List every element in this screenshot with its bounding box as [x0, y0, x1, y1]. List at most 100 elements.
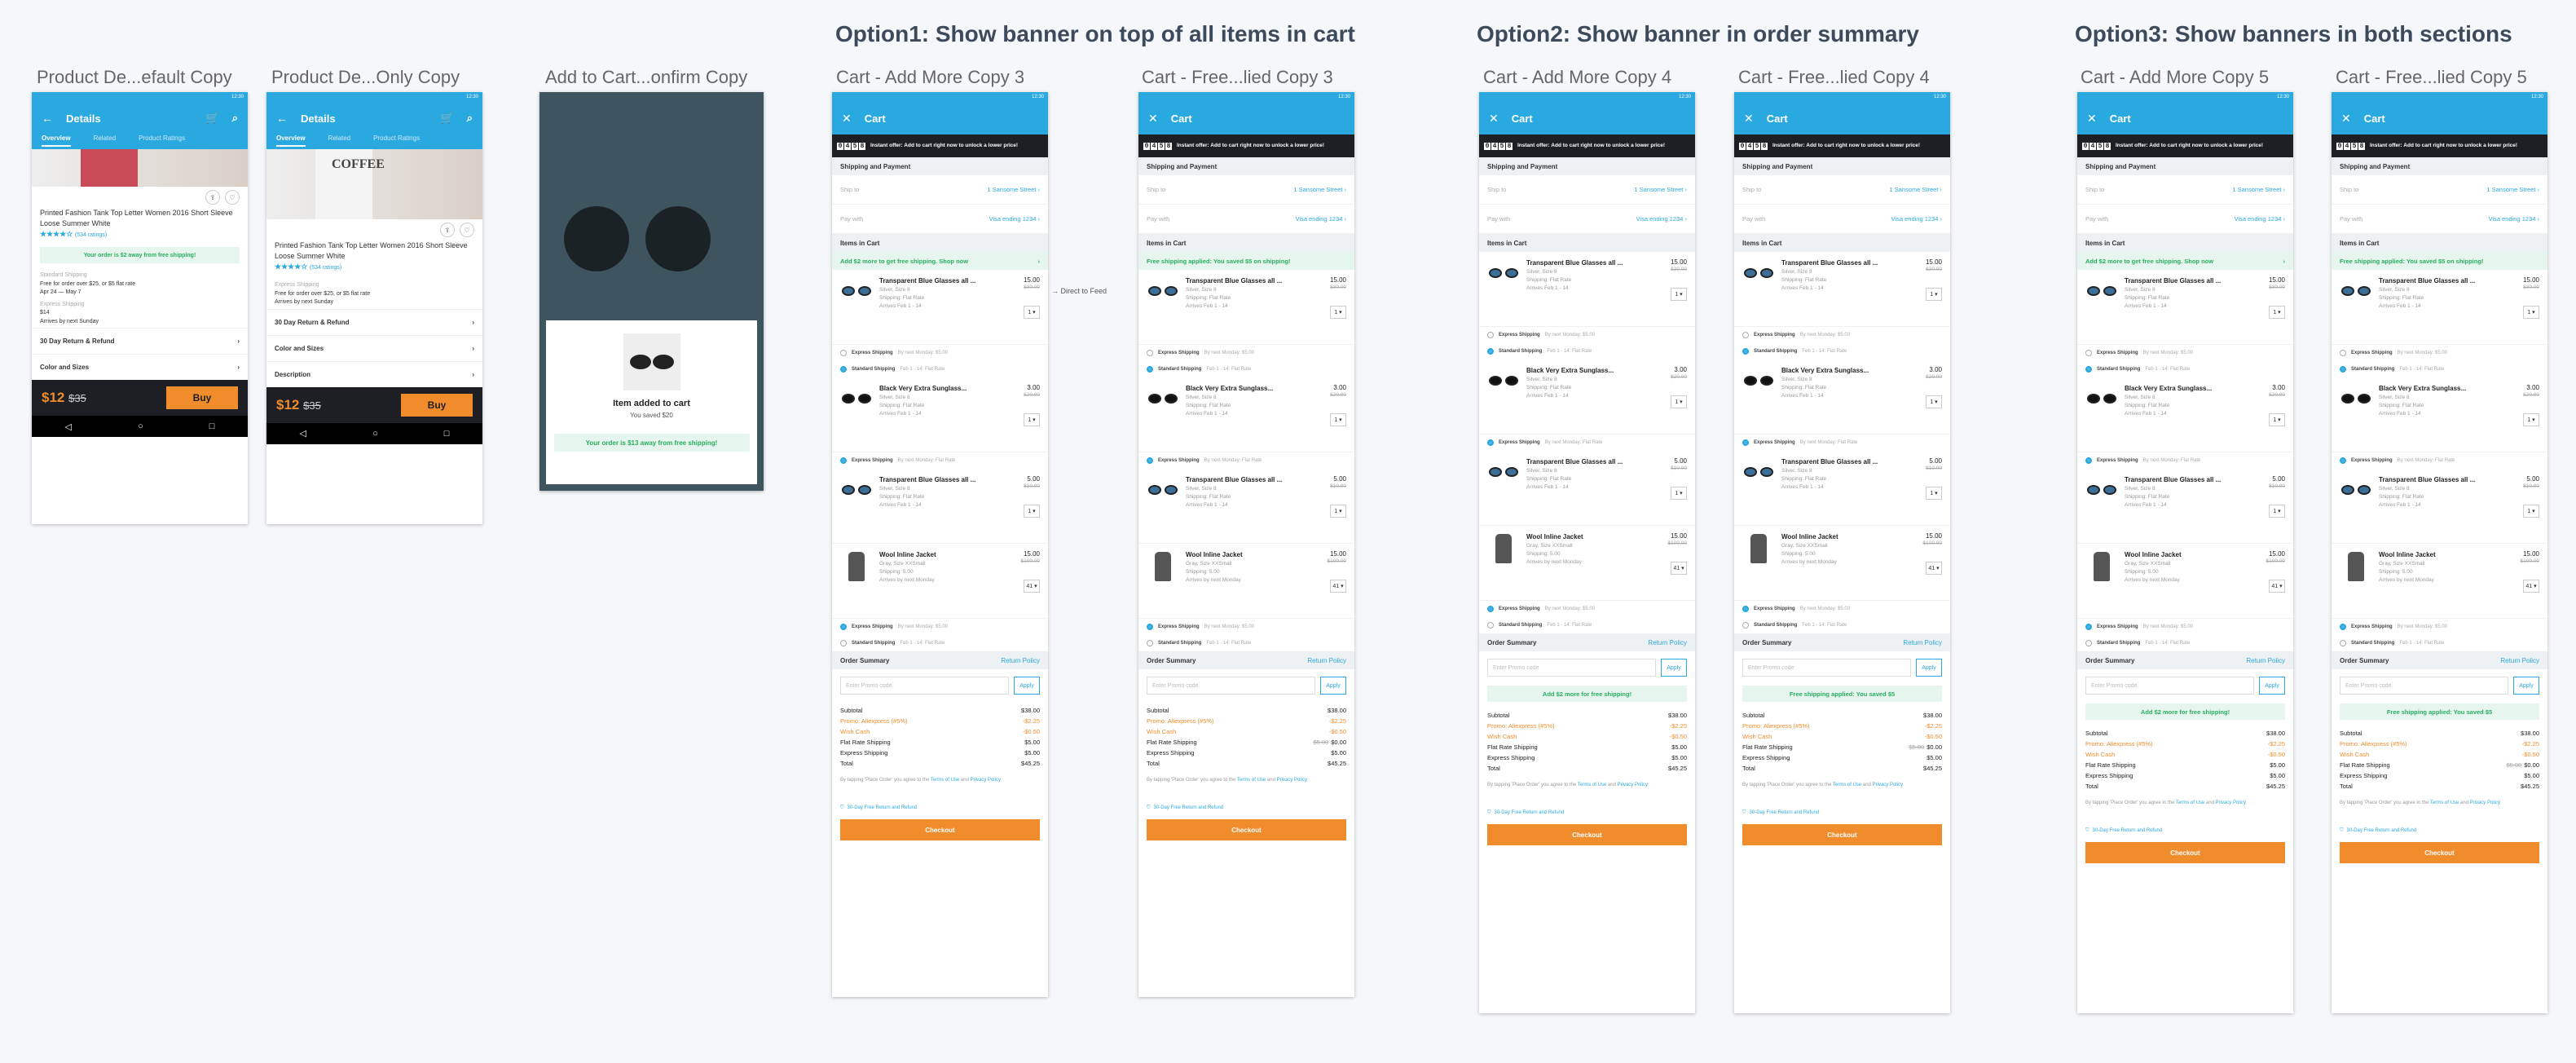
standard-shipping-option[interactable]: Standard Shipping Feb 1 - 14: Flat Rate — [832, 361, 1048, 377]
checkout-button[interactable]: Checkout — [1147, 819, 1346, 840]
back-icon[interactable]: ◁ — [65, 421, 72, 432]
return-refund-note[interactable]: ⛉ 30-Day Free Return and Refund — [1479, 805, 1695, 821]
radio-button[interactable] — [2340, 366, 2346, 373]
terms-link[interactable]: Terms of Use — [931, 778, 959, 783]
radio-button[interactable] — [1742, 332, 1749, 338]
quantity-select[interactable]: 41 ▾ — [1024, 580, 1040, 593]
quantity-select[interactable]: 1 ▾ — [1671, 487, 1687, 500]
cart-item[interactable]: Wool Inline Jacket Gray, Size XXSmall Sh… — [2077, 544, 2293, 619]
express-shipping-option[interactable]: Express Shipping By next Monday: $5.00 — [1138, 619, 1354, 635]
return-refund-note[interactable]: ⛉ 30-Day Free Return and Refund — [1734, 805, 1950, 821]
radio-button[interactable] — [1147, 457, 1153, 464]
buy-button[interactable]: Buy — [401, 393, 473, 417]
recents-icon[interactable]: □ — [209, 421, 215, 431]
add-more-banner[interactable]: Add $2 more to get free shipping. Shop n… — [2077, 252, 2293, 270]
ship-to-row[interactable]: Ship to 1 Sansome Street › — [1479, 175, 1695, 205]
radio-button[interactable] — [840, 624, 847, 630]
heart-icon[interactable]: ♡ — [225, 190, 240, 205]
return-refund-note[interactable]: ⛉ 30-Day Free Return and Refund — [2077, 823, 2293, 839]
privacy-link[interactable]: Privacy Policy — [1277, 778, 1307, 783]
cart-item[interactable]: Wool Inline Jacket Gray, Size XXSmall Sh… — [1138, 544, 1354, 619]
quantity-select[interactable]: 1 ▾ — [2269, 505, 2285, 518]
cart-item[interactable]: Transparent Blue Glasses all ... Silver,… — [1734, 451, 1950, 526]
quantity-select[interactable]: 41 ▾ — [1330, 580, 1346, 593]
apply-button[interactable]: Apply — [2513, 677, 2539, 695]
quantity-select[interactable]: 1 ▾ — [1330, 413, 1346, 426]
quantity-select[interactable]: 1 ▾ — [1671, 395, 1687, 408]
apply-button[interactable]: Apply — [1661, 659, 1687, 677]
return-policy-link[interactable]: Return Policy — [1307, 657, 1346, 664]
checkout-button[interactable]: Checkout — [2340, 842, 2539, 863]
express-shipping-option[interactable]: Express Shipping By next Monday: $5.00 — [2077, 345, 2293, 361]
cart-item[interactable]: Transparent Blue Glasses all ... Silver,… — [2077, 270, 2293, 345]
home-icon[interactable]: ○ — [138, 421, 143, 431]
quantity-select[interactable]: 1 ▾ — [2523, 413, 2539, 426]
apply-button[interactable]: Apply — [1014, 677, 1040, 695]
close-icon[interactable]: ✕ — [1489, 112, 1499, 126]
return-policy-link[interactable]: Return Policy — [1903, 639, 1942, 646]
cart-item[interactable]: Transparent Blue Glasses all ... Silver,… — [2077, 469, 2293, 544]
apply-button[interactable]: Apply — [1320, 677, 1346, 695]
cart-item[interactable]: Transparent Blue Glasses all ... Silver,… — [2332, 469, 2547, 544]
return-policy-link[interactable]: Return Policy — [1001, 657, 1040, 664]
quantity-select[interactable]: 1 ▾ — [1926, 487, 1942, 500]
description-row[interactable]: Description › — [266, 360, 482, 387]
express-shipping-option[interactable]: Express Shipping By next Monday: $5.00 — [1734, 327, 1950, 343]
return-policy-link[interactable]: Return Policy — [2246, 657, 2285, 664]
heart-icon[interactable]: ♡ — [460, 223, 474, 237]
quantity-select[interactable]: 1 ▾ — [1330, 505, 1346, 518]
checkout-button[interactable]: Checkout — [840, 819, 1040, 840]
radio-button[interactable] — [840, 366, 847, 373]
radio-button[interactable] — [2085, 457, 2092, 464]
cart-icon[interactable]: 🛒 — [206, 112, 219, 125]
express-shipping-option[interactable]: Express Shipping By next Monday: $5.00 — [2332, 619, 2547, 635]
quantity-select[interactable]: 1 ▾ — [1926, 288, 1942, 301]
product-image[interactable] — [32, 149, 248, 187]
promo-input[interactable]: Enter Promo code — [2340, 677, 2508, 695]
promo-input[interactable]: Enter Promo code — [840, 677, 1009, 695]
radio-button[interactable] — [2085, 366, 2092, 373]
ship-to-row[interactable]: Ship to 1 Sansome Street › — [832, 175, 1048, 205]
standard-shipping-option[interactable]: Standard Shipping Feb 1 - 14: Flat Rate — [1734, 617, 1950, 633]
express-shipping-option[interactable]: Express Shipping By next Monday: $5.00 — [832, 619, 1048, 635]
cart-item[interactable]: Black Very Extra Sunglass... Silver, Siz… — [2077, 377, 2293, 452]
home-icon[interactable]: ○ — [372, 429, 378, 439]
buy-button[interactable]: Buy — [166, 386, 238, 410]
standard-shipping-option[interactable]: Standard Shipping Feb 1 - 14: Flat Rate — [1479, 617, 1695, 633]
radio-button[interactable] — [840, 457, 847, 464]
radio-button[interactable] — [1742, 606, 1749, 612]
tab-overview[interactable]: Overview — [42, 135, 71, 147]
share-icon[interactable]: ⇪ — [440, 223, 455, 237]
radio-button[interactable] — [1487, 439, 1494, 446]
standard-shipping-option[interactable]: Standard Shipping Feb 1 - 14: Flat Rate — [1138, 635, 1354, 651]
product-image[interactable]: COFFEE — [266, 149, 482, 219]
standard-shipping-option[interactable]: Standard Shipping Feb 1 - 14: Flat Rate — [2332, 361, 2547, 377]
tab-product-ratings[interactable]: Product Ratings — [139, 135, 185, 142]
privacy-link[interactable]: Privacy Policy — [2470, 801, 2500, 805]
apply-button[interactable]: Apply — [2259, 677, 2285, 695]
promo-input[interactable]: Enter Promo code — [1147, 677, 1315, 695]
privacy-link[interactable]: Privacy Policy — [1873, 783, 1903, 787]
radio-button[interactable] — [2340, 640, 2346, 646]
radio-button[interactable] — [840, 640, 847, 646]
tab-product-ratings[interactable]: Product Ratings — [373, 135, 420, 142]
quantity-select[interactable]: 41 ▾ — [1926, 562, 1942, 575]
apply-button[interactable]: Apply — [1916, 659, 1942, 677]
standard-shipping-option[interactable]: Standard Shipping Feb 1 - 14: Flat Rate — [2077, 361, 2293, 377]
cart-item[interactable]: Transparent Blue Glasses all ... Silver,… — [1479, 451, 1695, 526]
close-icon[interactable]: ✕ — [842, 112, 852, 126]
ship-to-row[interactable]: Ship to 1 Sansome Street › — [2332, 175, 2547, 205]
quantity-select[interactable]: 1 ▾ — [2269, 306, 2285, 319]
cart-item[interactable]: Black Very Extra Sunglass... Silver, Siz… — [1734, 359, 1950, 434]
quantity-select[interactable]: 1 ▾ — [1926, 395, 1942, 408]
express-shipping-option[interactable]: Express Shipping By next Monday: Flat Rat… — [832, 452, 1048, 469]
terms-link[interactable]: Terms of Use — [2176, 801, 2204, 805]
radio-button[interactable] — [2340, 624, 2346, 630]
radio-button[interactable] — [1487, 332, 1494, 338]
cart-item[interactable]: Black Very Extra Sunglass... Silver, Siz… — [2332, 377, 2547, 452]
radio-button[interactable] — [2340, 350, 2346, 356]
return-policy-link[interactable]: Return Policy — [2500, 657, 2539, 664]
standard-shipping-option[interactable]: Standard Shipping Feb 1 - 14: Flat Rate — [1734, 343, 1950, 359]
radio-button[interactable] — [2340, 457, 2346, 464]
color-sizes-row[interactable]: Color and Sizes › — [32, 354, 248, 380]
